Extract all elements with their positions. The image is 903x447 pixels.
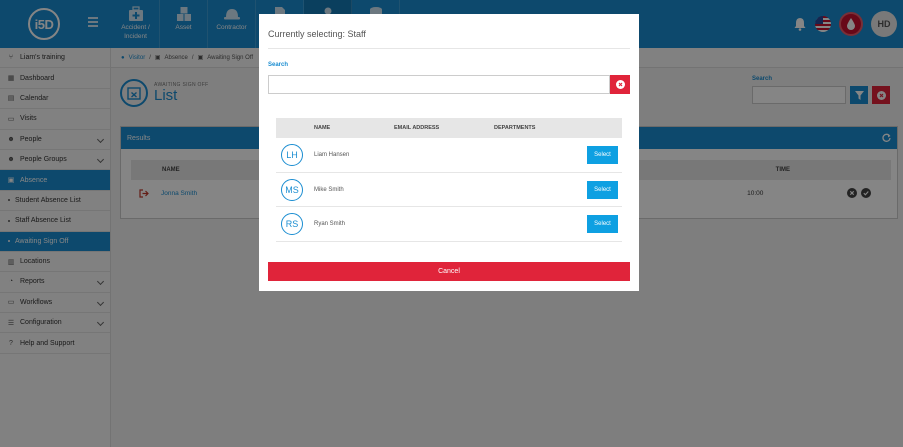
staff-name: Liam Hansen [314, 152, 350, 158]
modal-title: Currently selecting: Staff [268, 29, 366, 39]
avatar: RS [281, 213, 303, 235]
table-row: RS Ryan Smith Select [276, 207, 622, 242]
select-button[interactable]: Select [587, 146, 618, 164]
staff-name: Mike Smith [314, 186, 344, 193]
table-row: LH Liam Hansen Select [276, 138, 622, 173]
modal-divider [268, 48, 630, 49]
staff-table-header: NAME EMAIL ADDRESS DEPARTMENTS [276, 118, 622, 138]
staff-select-modal: Currently selecting: Staff Search NAME E… [259, 14, 639, 291]
modal-search-label: Search [268, 62, 289, 68]
table-row: MS Mike Smith Select [276, 173, 622, 207]
staff-name: Ryan Smith [314, 221, 346, 227]
avatar: LH [281, 144, 303, 166]
modal-search-input[interactable] [268, 75, 610, 94]
modal-clear-search-button[interactable] [610, 75, 630, 94]
avatar: MS [281, 178, 303, 201]
staff-table: NAME EMAIL ADDRESS DEPARTMENTS LH Liam H… [276, 118, 622, 242]
select-button[interactable]: Select [587, 180, 618, 199]
close-circle-icon [615, 80, 625, 89]
select-button[interactable]: Select [587, 215, 618, 233]
cancel-button[interactable]: Cancel [268, 262, 630, 281]
